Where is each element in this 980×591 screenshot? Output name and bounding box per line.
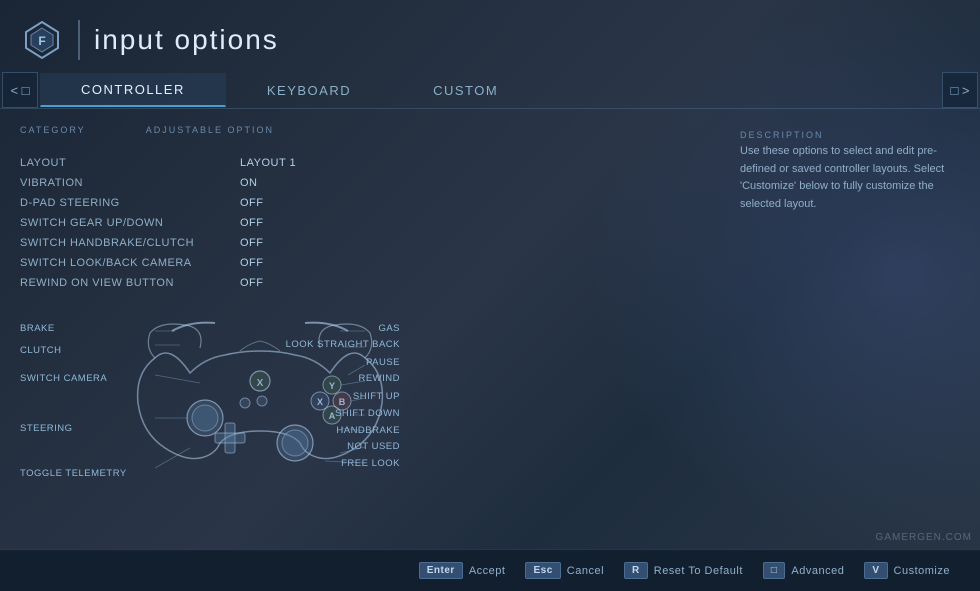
footer-cancel: Esc Cancel (525, 562, 604, 579)
chevron-right-icon: □ > (950, 83, 969, 98)
tab-next-button[interactable]: □ > (942, 72, 978, 108)
label-reset: Reset To Default (654, 565, 743, 577)
label-advanced: Advanced (791, 565, 844, 577)
label-shift-down: SHIFT DOWN (335, 408, 400, 419)
page-title: input options (94, 24, 279, 56)
footer-reset: R Reset To Default (624, 562, 743, 579)
label-accept: Accept (469, 565, 506, 577)
label-not-used: NOT USED (347, 441, 400, 452)
option-value-handbrake: OFF (240, 237, 264, 249)
svg-text:X: X (257, 378, 264, 389)
label-switch-camera: SWITCH CAMERA (20, 373, 107, 384)
label-toggle-telemetry: TOGGLE TELEMETRY (20, 468, 127, 479)
forza-logo: F (20, 18, 64, 62)
category-label: CATEGORY (20, 125, 86, 135)
footer: Enter Accept Esc Cancel R Reset To Defau… (0, 549, 980, 591)
key-r: R (624, 562, 648, 579)
header: F input options (0, 0, 980, 72)
option-name-layout: LAYOUT (20, 157, 240, 169)
option-row-dpad[interactable]: D-PAD STEERING OFF (20, 193, 400, 213)
logo-area: F input options (20, 18, 279, 62)
options-list: LAYOUT LAYOUT 1 VIBRATION ON D-PAD STEER… (20, 153, 400, 293)
option-row-handbrake[interactable]: SWITCH HANDBRAKE/CLUTCH OFF (20, 233, 400, 253)
label-shift-up: SHIFT UP (353, 391, 400, 402)
label-clutch: CLUTCH (20, 345, 62, 356)
label-free-look: FREE LOOK (341, 458, 400, 469)
option-row-layout[interactable]: LAYOUT LAYOUT 1 (20, 153, 400, 173)
footer-advanced: □ Advanced (763, 562, 844, 579)
option-name-dpad: D-PAD STEERING (20, 197, 240, 209)
svg-text:X: X (317, 397, 323, 407)
option-value-gear: OFF (240, 217, 264, 229)
option-value-layout: LAYOUT 1 (240, 157, 296, 169)
svg-text:B: B (339, 397, 346, 407)
label-pause: PAUSE (366, 357, 400, 368)
option-row-camera[interactable]: SWITCH LOOK/BACK CAMERA OFF (20, 253, 400, 273)
description-section-label: DESCRIPTION (740, 130, 824, 140)
key-esc: Esc (525, 562, 560, 579)
option-value-rewind: OFF (240, 277, 264, 289)
option-row-gear[interactable]: SWITCH GEAR UP/DOWN OFF (20, 213, 400, 233)
right-panel: DESCRIPTION Use these options to select … (720, 109, 980, 549)
description-text: Use these options to select and edit pre… (740, 143, 960, 213)
label-handbrake: HANDBRAKE (336, 425, 400, 436)
option-value-dpad: OFF (240, 197, 264, 209)
option-name-handbrake: SWITCH HANDBRAKE/CLUTCH (20, 237, 240, 249)
option-row-vibration[interactable]: VIBRATION ON (20, 173, 400, 193)
label-cancel: Cancel (567, 565, 604, 577)
option-row-rewind[interactable]: REWIND ON VIEW BUTTON OFF (20, 273, 400, 293)
label-gas: GAS (378, 323, 400, 334)
label-steering: STEERING (20, 423, 73, 434)
key-v: V (864, 562, 887, 579)
key-enter: Enter (419, 562, 463, 579)
tab-controller[interactable]: CONTROLLER (40, 73, 226, 107)
main-content: CATEGORY ADJUSTABLE OPTION LAYOUT LAYOUT… (0, 109, 980, 549)
controller-diagram-area: BRAKE CLUTCH SWITCH CAMERA STEERING TOGG… (20, 313, 400, 533)
tab-keyboard[interactable]: KEYBOARD (226, 74, 392, 107)
adjustable-label: ADJUSTABLE OPTION (146, 125, 274, 135)
svg-text:Y: Y (329, 381, 335, 391)
header-divider (78, 20, 80, 60)
option-name-camera: SWITCH LOOK/BACK CAMERA (20, 257, 240, 269)
footer-customize[interactable]: V Customize (864, 562, 950, 579)
label-look-straight: LOOK STRAIGHT BACK (286, 339, 400, 350)
option-value-camera: OFF (240, 257, 264, 269)
option-value-vibration: ON (240, 177, 258, 189)
option-name-gear: SWITCH GEAR UP/DOWN (20, 217, 240, 229)
option-name-vibration: VIBRATION (20, 177, 240, 189)
label-brake: BRAKE (20, 323, 55, 334)
label-customize: Customize (894, 565, 950, 577)
tab-bar: < □ CONTROLLER KEYBOARD CUSTOM □ > (0, 72, 980, 109)
label-rewind: REWIND (358, 373, 400, 384)
option-name-rewind: REWIND ON VIEW BUTTON (20, 277, 240, 289)
key-square: □ (763, 562, 786, 579)
tab-prev-button[interactable]: < □ (2, 72, 38, 108)
svg-text:F: F (38, 34, 45, 48)
footer-accept: Enter Accept (419, 562, 506, 579)
chevron-left-icon: < □ (10, 83, 29, 98)
tab-custom[interactable]: CUSTOM (392, 74, 539, 107)
watermark: GAMERGEN.COM (876, 532, 972, 543)
left-panel: CATEGORY ADJUSTABLE OPTION LAYOUT LAYOUT… (0, 109, 420, 549)
